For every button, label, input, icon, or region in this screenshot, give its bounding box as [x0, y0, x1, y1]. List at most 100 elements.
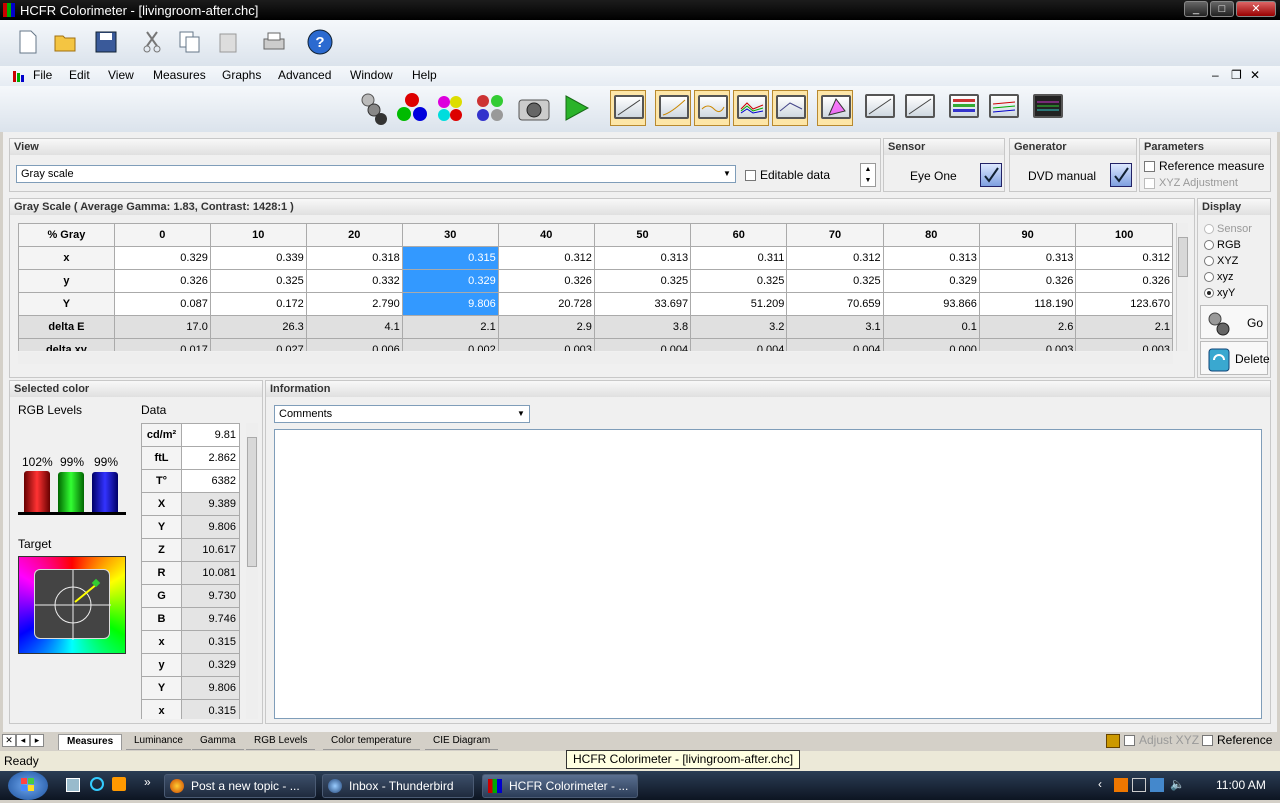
- radio-xyz-lower[interactable]: [1204, 272, 1214, 283]
- header-cell[interactable]: 30: [401, 223, 499, 247]
- clock[interactable]: 11:00 AM: [1216, 778, 1266, 792]
- ie-icon[interactable]: [90, 777, 104, 791]
- comments-textarea[interactable]: [274, 429, 1262, 719]
- menu-window[interactable]: Window: [348, 68, 395, 82]
- app-menu-icon[interactable]: [12, 69, 26, 83]
- table-cell[interactable]: 2.9: [497, 315, 595, 339]
- header-cell[interactable]: 60: [690, 223, 788, 247]
- task-firefox[interactable]: Post a new topic - ...: [164, 774, 316, 798]
- show-desktop-icon[interactable]: [66, 778, 80, 792]
- table-cell[interactable]: 2.790: [305, 292, 403, 316]
- generator-config-icon[interactable]: [1110, 163, 1132, 187]
- header-cell[interactable]: 10: [209, 223, 307, 247]
- table-cell[interactable]: 17.0: [113, 315, 211, 339]
- measure-grayscale-icon[interactable]: [356, 90, 392, 126]
- copy-icon[interactable]: [176, 28, 204, 56]
- table-cell[interactable]: 0.1: [882, 315, 980, 339]
- table-cell[interactable]: 0.312: [497, 246, 595, 270]
- graph-gamma-icon[interactable]: [694, 90, 730, 126]
- graph-view-1-icon[interactable]: [610, 90, 646, 126]
- grid-vertical-scrollbar[interactable]: [1176, 223, 1188, 351]
- table-cell[interactable]: 0.003: [978, 338, 1077, 351]
- paste-icon[interactable]: [214, 28, 242, 56]
- table-cell-selected[interactable]: 9.806: [401, 292, 499, 316]
- table-cell[interactable]: 0.006: [305, 338, 403, 351]
- volume-icon[interactable]: 🔈: [1170, 777, 1185, 791]
- table-cell[interactable]: 0.326: [497, 269, 595, 293]
- display-option-rgb[interactable]: RGB: [1204, 237, 1252, 253]
- table-cell[interactable]: 0.325: [786, 269, 884, 293]
- table-cell[interactable]: 20.728: [497, 292, 595, 316]
- table-cell[interactable]: 0.326: [978, 269, 1077, 293]
- graph-view-10-icon[interactable]: [986, 90, 1022, 126]
- table-cell[interactable]: 0.313: [978, 246, 1077, 270]
- radio-xyy[interactable]: [1204, 288, 1214, 299]
- spin-buttons[interactable]: ▲ ▼: [860, 163, 876, 187]
- table-cell[interactable]: 123.670: [1075, 292, 1173, 316]
- table-cell[interactable]: 0.318: [305, 246, 403, 270]
- graph-view-9-icon[interactable]: [946, 90, 982, 126]
- table-cell[interactable]: 0.339: [209, 246, 307, 270]
- menu-graphs[interactable]: Graphs: [220, 68, 263, 82]
- help-icon[interactable]: ?: [306, 28, 334, 56]
- camera-icon[interactable]: [516, 90, 552, 126]
- table-cell[interactable]: 33.697: [593, 292, 692, 316]
- graph-view-11-icon[interactable]: [1030, 90, 1066, 126]
- table-cell[interactable]: 70.659: [786, 292, 884, 316]
- measure-secondaries-icon[interactable]: [432, 90, 468, 126]
- tray-expand-icon[interactable]: ‹: [1098, 777, 1102, 791]
- information-select[interactable]: Comments ▼: [274, 405, 530, 423]
- menu-file[interactable]: File: [31, 68, 54, 82]
- header-cell[interactable]: 80: [882, 223, 980, 247]
- table-cell[interactable]: 0.329: [882, 269, 980, 293]
- table-cell[interactable]: 0.325: [593, 269, 692, 293]
- play-icon[interactable]: [558, 90, 594, 126]
- table-cell[interactable]: 0.312: [786, 246, 884, 270]
- tab-color-temperature[interactable]: Color temperature: [323, 734, 420, 750]
- maximize-button[interactable]: □: [1210, 1, 1234, 17]
- table-cell[interactable]: 0.027: [209, 338, 307, 351]
- table-cell-selected[interactable]: 0.329: [401, 269, 499, 293]
- more-icon[interactable]: »: [144, 775, 151, 789]
- tab-measures[interactable]: Measures: [58, 734, 123, 750]
- scroll-thumb[interactable]: [247, 437, 257, 567]
- table-cell[interactable]: 93.866: [882, 292, 980, 316]
- menu-edit[interactable]: Edit: [67, 68, 92, 82]
- graph-color-temp-icon[interactable]: [772, 90, 808, 126]
- tab-close-button[interactable]: ✕: [2, 734, 16, 747]
- header-cell[interactable]: 0: [113, 223, 211, 247]
- reference-measure-check[interactable]: [1144, 161, 1155, 173]
- header-cell[interactable]: 50: [593, 223, 692, 247]
- table-cell[interactable]: 0.003: [1075, 338, 1173, 351]
- task-hcfr[interactable]: HCFR Colorimeter - ...: [482, 774, 638, 798]
- minimize-button[interactable]: _: [1184, 1, 1208, 17]
- menu-advanced[interactable]: Advanced: [276, 68, 333, 82]
- header-cell[interactable]: 40: [497, 223, 595, 247]
- graph-view-7-icon[interactable]: [862, 90, 898, 126]
- table-cell[interactable]: 118.190: [978, 292, 1077, 316]
- header-cell[interactable]: 70: [786, 223, 884, 247]
- go-button[interactable]: Go: [1200, 305, 1268, 339]
- table-cell[interactable]: 3.1: [786, 315, 884, 339]
- table-cell[interactable]: 0.002: [401, 338, 499, 351]
- editable-data-checkbox[interactable]: Editable data: [745, 168, 830, 182]
- header-cell[interactable]: 90: [978, 223, 1077, 247]
- data-scrollbar[interactable]: [246, 423, 258, 719]
- reference-measure-checkbox[interactable]: Reference measure: [1144, 159, 1264, 173]
- table-cell[interactable]: 0.087: [113, 292, 211, 316]
- tab-rgb-levels[interactable]: RGB Levels: [246, 734, 316, 750]
- grid-horizontal-scrollbar[interactable]: [18, 352, 1173, 364]
- graph-cie-diagram-icon[interactable]: [817, 90, 853, 126]
- editable-data-check[interactable]: [745, 170, 756, 182]
- tab-luminance[interactable]: Luminance: [126, 734, 191, 750]
- table-cell[interactable]: 0.312: [1075, 246, 1173, 270]
- table-cell[interactable]: 0.003: [497, 338, 595, 351]
- table-cell[interactable]: 0.326: [113, 269, 211, 293]
- table-cell[interactable]: 4.1: [305, 315, 403, 339]
- table-cell[interactable]: 0.000: [882, 338, 980, 351]
- radio-xyz-upper[interactable]: [1204, 256, 1214, 267]
- header-cell[interactable]: 100: [1075, 223, 1173, 247]
- reference-checkbox[interactable]: Reference: [1202, 733, 1272, 747]
- table-cell[interactable]: 0.004: [593, 338, 692, 351]
- open-folder-icon[interactable]: [52, 28, 80, 56]
